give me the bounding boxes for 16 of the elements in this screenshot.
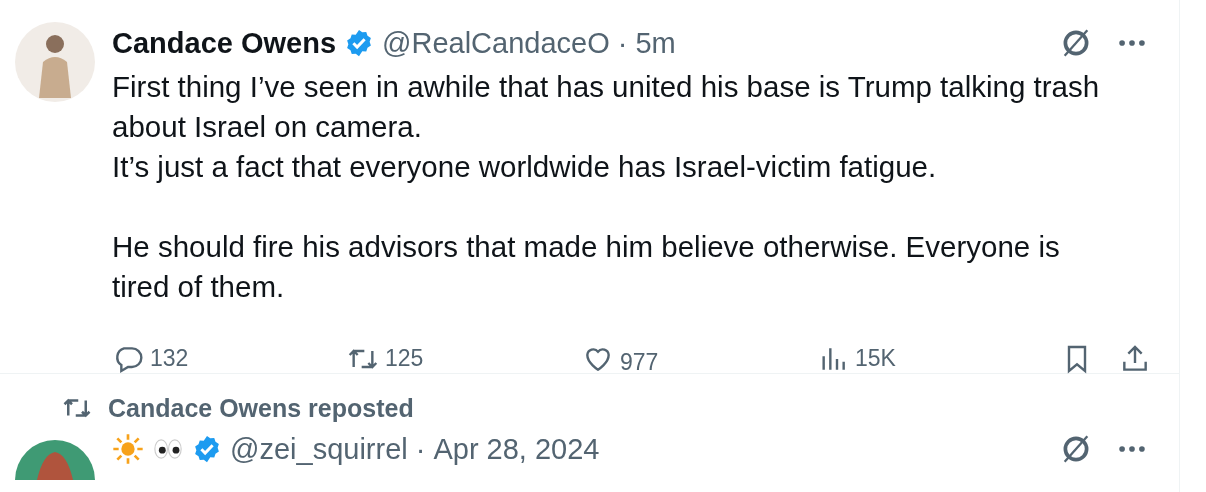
- action-count: 125: [385, 345, 424, 372]
- avatar[interactable]: [15, 440, 95, 480]
- avatar[interactable]: [15, 22, 95, 102]
- action-count: 977: [620, 349, 659, 376]
- repost-note: Candace Owens reposted: [108, 393, 414, 423]
- user-handle: @zei_squirrel: [230, 432, 408, 466]
- action-count: 132: [150, 345, 189, 372]
- sun-icon: [112, 433, 144, 465]
- display-name: Candace Owens: [112, 26, 337, 60]
- timestamp: 5m: [635, 26, 676, 60]
- separator-dot: ·: [415, 432, 426, 466]
- user-handle: @RealCandaceO: [382, 26, 610, 60]
- action-count: 15K: [855, 345, 896, 372]
- timestamp: Apr 28, 2024: [433, 432, 600, 466]
- separator-dot: ·: [617, 26, 628, 60]
- tweet-text: First thing I’ve seen in awhile that has united his base is Trump talking trash about Israel on camera. It’s just a fact that everyone worldwide has Israel-victim fatigue. He should fire his advisors that made him believe otherwise. Everyone is tired of them.: [112, 69, 1101, 305]
